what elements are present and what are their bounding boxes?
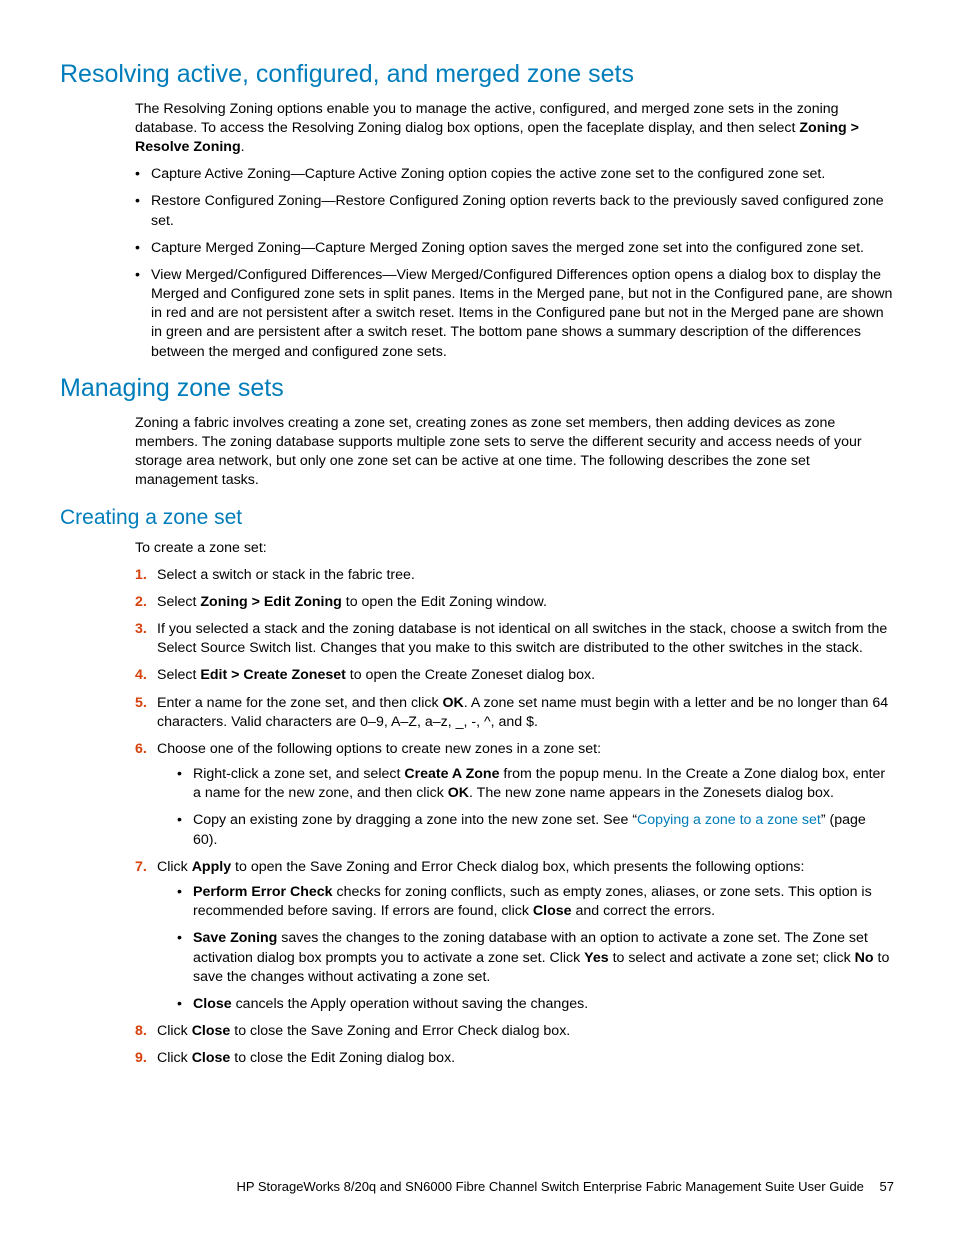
page-number: 57 bbox=[880, 1179, 894, 1194]
text: Click bbox=[157, 1023, 192, 1039]
footer-title: HP StorageWorks 8/20q and SN6000 Fibre C… bbox=[236, 1179, 863, 1194]
sub-list: Right-click a zone set, and select Creat… bbox=[177, 765, 894, 850]
list-item: Capture Merged Zoning—Capture Merged Zon… bbox=[135, 239, 894, 258]
text: to open the Create Zoneset dialog box. bbox=[346, 667, 595, 683]
text: to close the Edit Zoning dialog box. bbox=[230, 1050, 455, 1066]
text: to open the Save Zoning and Error Check … bbox=[231, 859, 804, 875]
text: . bbox=[241, 139, 245, 155]
ui-label: Create A Zone bbox=[404, 766, 499, 782]
step-item: Select a switch or stack in the fabric t… bbox=[135, 566, 894, 585]
list-item: Perform Error Check checks for zoning co… bbox=[177, 883, 894, 921]
text: The Resolving Zoning options enable you … bbox=[135, 101, 839, 136]
ui-label: Apply bbox=[192, 859, 231, 875]
ui-label: Save Zoning bbox=[193, 930, 277, 946]
text: Select bbox=[157, 594, 200, 610]
list-item: Restore Configured Zoning—Restore Config… bbox=[135, 192, 894, 230]
list-item: Capture Active Zoning—Capture Active Zon… bbox=[135, 165, 894, 184]
ui-label: OK bbox=[448, 785, 469, 801]
list-item: Close cancels the Apply operation withou… bbox=[177, 995, 894, 1014]
step-item: Click Close to close the Edit Zoning dia… bbox=[135, 1049, 894, 1068]
step-item: Enter a name for the zone set, and then … bbox=[135, 694, 894, 732]
creating-intro: To create a zone set: bbox=[135, 539, 894, 558]
step-item: Choose one of the following options to c… bbox=[135, 740, 894, 850]
menu-path: Zoning > Edit Zoning bbox=[200, 594, 341, 610]
list-item: View Merged/Configured Differences—View … bbox=[135, 266, 894, 362]
text: cancels the Apply operation without savi… bbox=[232, 996, 589, 1012]
page-footer: HP StorageWorks 8/20q and SN6000 Fibre C… bbox=[60, 1178, 894, 1196]
text: Enter a name for the zone set, and then … bbox=[157, 695, 443, 711]
ui-label: OK bbox=[443, 695, 464, 711]
text: Right-click a zone set, and select bbox=[193, 766, 404, 782]
list-item: Save Zoning saves the changes to the zon… bbox=[177, 929, 894, 987]
step-item: If you selected a stack and the zoning d… bbox=[135, 620, 894, 658]
list-item: Copy an existing zone by dragging a zone… bbox=[177, 811, 894, 849]
text: Select bbox=[157, 667, 200, 683]
ui-label: Close bbox=[192, 1050, 231, 1066]
managing-para: Zoning a fabric involves creating a zone… bbox=[135, 414, 894, 491]
ui-label: Yes bbox=[584, 950, 608, 966]
ui-label: Close bbox=[533, 903, 572, 919]
creating-steps: Select a switch or stack in the fabric t… bbox=[135, 566, 894, 1069]
menu-path: Edit > Create Zoneset bbox=[200, 667, 345, 683]
ui-label: No bbox=[855, 950, 874, 966]
ui-label: Close bbox=[192, 1023, 231, 1039]
resolving-intro: The Resolving Zoning options enable you … bbox=[135, 100, 894, 158]
xref-link[interactable]: Copying a zone to a zone set bbox=[637, 812, 821, 828]
ui-label: Close bbox=[193, 996, 232, 1012]
step-item: Select Edit > Create Zoneset to open the… bbox=[135, 666, 894, 685]
text: and correct the errors. bbox=[572, 903, 716, 919]
heading-managing: Managing zone sets bbox=[60, 372, 894, 406]
text: Copy an existing zone by dragging a zone… bbox=[193, 812, 637, 828]
text: Click bbox=[157, 859, 192, 875]
sub-list: Perform Error Check checks for zoning co… bbox=[177, 883, 894, 1014]
resolving-options-list: Capture Active Zoning—Capture Active Zon… bbox=[135, 165, 894, 362]
step-item: Select Zoning > Edit Zoning to open the … bbox=[135, 593, 894, 612]
text: to close the Save Zoning and Error Check… bbox=[230, 1023, 570, 1039]
text: . The new zone name appears in the Zones… bbox=[469, 785, 834, 801]
heading-creating: Creating a zone set bbox=[60, 504, 894, 532]
text: Choose one of the following options to c… bbox=[157, 741, 601, 757]
step-item: Click Close to close the Save Zoning and… bbox=[135, 1022, 894, 1041]
text: to select and activate a zone set; click bbox=[609, 950, 855, 966]
text: to open the Edit Zoning window. bbox=[342, 594, 547, 610]
ui-label: Perform Error Check bbox=[193, 884, 333, 900]
heading-resolving: Resolving active, configured, and merged… bbox=[60, 58, 894, 92]
step-item: Click Apply to open the Save Zoning and … bbox=[135, 858, 894, 1014]
list-item: Right-click a zone set, and select Creat… bbox=[177, 765, 894, 803]
text: Click bbox=[157, 1050, 192, 1066]
